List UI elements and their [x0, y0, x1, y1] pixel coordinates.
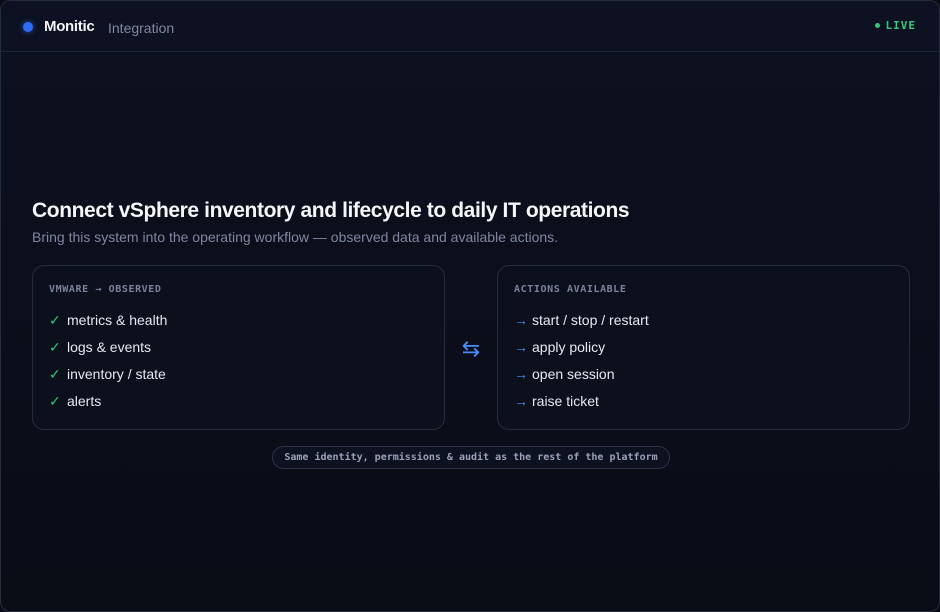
arrow-right-icon: →: [514, 312, 528, 328]
actions-card-title: ACTIONS AVAILABLE: [514, 284, 627, 295]
list-item: ✓ logs & events: [49, 337, 167, 364]
top-bar: Monitic Integration LIVE: [1, 1, 939, 52]
action-item-label: start / stop / restart: [532, 312, 649, 328]
actions-list: → start / stop / restart → apply policy → o…: [514, 310, 649, 418]
swap-arrows-icon: ⇆: [461, 336, 481, 361]
page-subtitle: Bring this system into the operating wor…: [32, 229, 559, 245]
action-item-label: raise ticket: [532, 393, 599, 409]
platform-note-pill: Same identity, permissions & audit as th…: [272, 446, 670, 469]
check-icon: ✓: [49, 312, 61, 328]
list-item: ✓ inventory / state: [49, 364, 167, 391]
arrow-right-icon: →: [514, 366, 528, 382]
action-item[interactable]: → raise ticket: [514, 391, 649, 418]
live-status-badge: LIVE: [874, 19, 917, 33]
action-item[interactable]: → apply policy: [514, 337, 649, 364]
list-item: ✓ alerts: [49, 391, 167, 418]
arrow-right-icon: →: [514, 393, 528, 409]
list-item-label: inventory / state: [67, 366, 166, 382]
status-dot-icon: [874, 22, 880, 28]
list-item-label: logs & events: [67, 339, 152, 355]
check-icon: ✓: [49, 366, 61, 382]
actions-card: ACTIONS AVAILABLE → start / stop / restar…: [497, 265, 910, 430]
check-icon: ✓: [49, 339, 61, 355]
list-item-label: metrics & health: [67, 312, 168, 328]
action-item-label: apply policy: [532, 339, 606, 355]
brand-dot-icon: [23, 22, 33, 32]
observed-card: VMWARE → OBSERVED ✓ metrics & health ✓ log…: [32, 265, 445, 430]
check-icon: ✓: [49, 393, 61, 409]
section-label: Integration: [108, 20, 175, 36]
live-status-text: LIVE: [885, 19, 916, 32]
action-item[interactable]: → open session: [514, 364, 649, 391]
observed-list: ✓ metrics & health ✓ logs & events ✓ invent…: [49, 310, 167, 418]
observed-card-title: VMWARE → OBSERVED: [49, 284, 162, 295]
action-item[interactable]: → start / stop / restart: [514, 310, 649, 337]
brand-name[interactable]: Monitic: [44, 17, 95, 37]
list-item-label: alerts: [67, 393, 102, 409]
page-title: Connect vSphere inventory and lifecycle …: [32, 199, 630, 222]
action-item-label: open session: [532, 366, 615, 382]
app-window: Monitic Integration LIVE Connect vSphere…: [0, 0, 940, 612]
arrow-right-icon: →: [514, 339, 528, 355]
list-item: ✓ metrics & health: [49, 310, 167, 337]
